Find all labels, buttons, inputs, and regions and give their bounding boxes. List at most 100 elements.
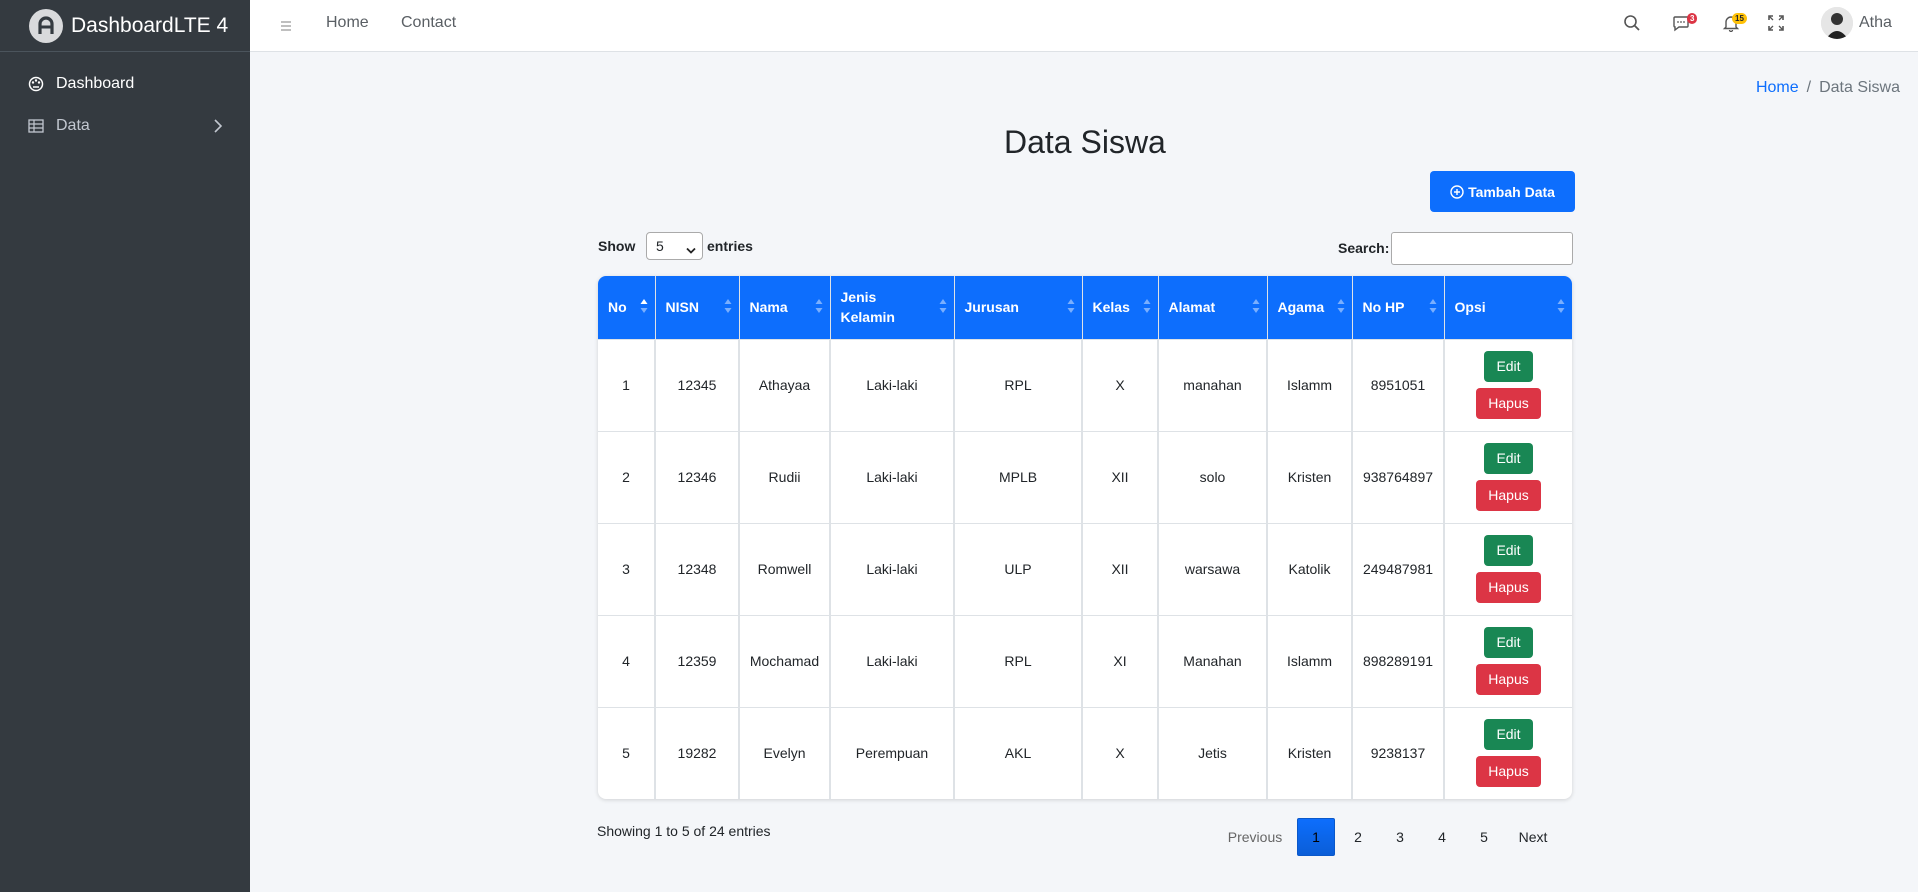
column-header[interactable]: No bbox=[598, 276, 656, 339]
table-cell: XI bbox=[1082, 614, 1159, 707]
column-header-label: Agama bbox=[1277, 299, 1325, 316]
search-input[interactable] bbox=[1391, 232, 1573, 265]
column-header[interactable]: Jurusan bbox=[954, 276, 1083, 339]
column-header[interactable]: No HP bbox=[1352, 276, 1445, 339]
brand[interactable]: DashboardLTE 4 bbox=[0, 0, 250, 52]
table-cell: Laki-laki bbox=[830, 614, 955, 707]
column-header[interactable]: Alamat bbox=[1158, 276, 1268, 339]
delete-button[interactable]: Hapus bbox=[1476, 664, 1541, 695]
page-size-select[interactable]: 5 bbox=[646, 232, 703, 260]
edit-button[interactable]: Edit bbox=[1484, 627, 1533, 658]
table-cell: Manahan bbox=[1158, 614, 1268, 707]
students-table: No NISN Nama Jenis Kelamin Jurusan Kelas Alama… bbox=[598, 276, 1572, 799]
table-cell: AKL bbox=[954, 706, 1083, 799]
table-cell: Laki-laki bbox=[830, 430, 955, 523]
nav-link-contact[interactable]: Contact bbox=[401, 14, 456, 32]
sort-icon bbox=[1143, 299, 1150, 313]
table-cell: warsawa bbox=[1158, 522, 1268, 615]
sidebar-nav: Dashboard Data bbox=[0, 52, 250, 147]
column-header[interactable]: Nama bbox=[739, 276, 831, 339]
table-cell: Katolik bbox=[1267, 522, 1353, 615]
edit-button[interactable]: Edit bbox=[1484, 719, 1533, 751]
table-cell: RPL bbox=[954, 338, 1083, 431]
table-body: 1 12345 Athayaa Laki-laki RPL Xmanahan Islamm 8… bbox=[598, 338, 1572, 799]
table-cell: Kristen bbox=[1267, 706, 1353, 799]
sidebar-item-dashboard[interactable]: Dashboard bbox=[0, 63, 250, 105]
table-cell: Rudii bbox=[739, 430, 831, 523]
add-data-button[interactable]: Tambah Data bbox=[1430, 171, 1575, 212]
pagination-page-4[interactable]: 4 bbox=[1421, 818, 1463, 856]
table-cell: 3 bbox=[598, 522, 656, 615]
table-cell: X bbox=[1082, 706, 1159, 799]
user-name[interactable]: Atha bbox=[1859, 14, 1892, 32]
table-cell: 12345 bbox=[655, 338, 740, 431]
column-header[interactable]: Opsi bbox=[1444, 276, 1572, 339]
table-cell: Romwell bbox=[739, 522, 831, 615]
sort-icon bbox=[939, 299, 946, 313]
edit-button[interactable]: Edit bbox=[1484, 443, 1533, 474]
entries-label: entries bbox=[707, 238, 753, 254]
table-row: 3 12348 Romwell Laki-laki ULP XII warsawa Katol… bbox=[598, 522, 1572, 615]
column-header-label: Kelas bbox=[1092, 299, 1130, 316]
column-header[interactable]: Jenis Kelamin bbox=[830, 276, 955, 339]
avatar[interactable] bbox=[1821, 7, 1853, 39]
delete-button[interactable]: Hapus bbox=[1476, 572, 1541, 603]
column-header[interactable]: NISN bbox=[655, 276, 740, 339]
table-info: Showing 1 to 5 of 24 entries bbox=[597, 823, 771, 839]
sort-icon bbox=[1067, 299, 1074, 313]
sidebar-item-label: Data bbox=[56, 117, 90, 134]
show-label: Show bbox=[598, 238, 636, 254]
pagination: Previous 1 2 3 4 5 Next bbox=[1215, 818, 1561, 856]
table-cell: Athayaa bbox=[739, 338, 831, 431]
table-row: 1 12345 Athayaa Laki-laki RPL Xmanahan Islamm 8… bbox=[598, 338, 1572, 431]
column-header[interactable]: Agama bbox=[1267, 276, 1353, 339]
table-cell: 5 bbox=[598, 706, 656, 799]
table-cell: 9238137 bbox=[1352, 706, 1445, 799]
pagination-page-5[interactable]: 5 bbox=[1463, 818, 1505, 856]
page-title: Data Siswa bbox=[1004, 124, 1166, 160]
delete-button[interactable]: Hapus bbox=[1476, 480, 1541, 511]
top-navbar: Home Contact 3 15 Atha bbox=[250, 0, 1918, 52]
table-cell: RPL bbox=[954, 614, 1083, 707]
table-cell: 8951051 bbox=[1352, 338, 1445, 431]
column-header[interactable]: Kelas bbox=[1082, 276, 1159, 339]
sort-icon bbox=[724, 299, 731, 313]
table-cell: solo bbox=[1158, 430, 1268, 523]
table-icon bbox=[28, 118, 44, 134]
table-cell: Evelyn bbox=[739, 706, 831, 799]
pagination-previous[interactable]: Previous bbox=[1215, 818, 1295, 856]
column-header-label: No bbox=[608, 299, 627, 316]
column-header-label: No HP bbox=[1362, 299, 1405, 316]
table-row: 2 12346 Rudii Laki-laki MPLB XII solo Kristen 93… bbox=[598, 430, 1572, 523]
fullscreen-icon[interactable] bbox=[1767, 14, 1787, 34]
nav-link-home[interactable]: Home bbox=[326, 14, 369, 32]
edit-button[interactable]: Edit bbox=[1484, 535, 1533, 566]
breadcrumb-home[interactable]: Home bbox=[1756, 79, 1799, 96]
table-cell: Kristen bbox=[1267, 430, 1353, 523]
table-cell: Jetis bbox=[1158, 706, 1268, 799]
sidebar-item-data[interactable]: Data bbox=[0, 105, 250, 147]
search-icon[interactable] bbox=[1623, 14, 1643, 34]
table-cell: 4 bbox=[598, 614, 656, 707]
pagination-page-3[interactable]: 3 bbox=[1379, 818, 1421, 856]
column-header-label: Jenis Kelamin bbox=[840, 289, 895, 326]
breadcrumb: Home / Data Siswa bbox=[1756, 79, 1900, 97]
edit-button[interactable]: Edit bbox=[1484, 351, 1533, 382]
delete-button[interactable]: Hapus bbox=[1476, 388, 1541, 419]
menu-toggle-icon[interactable] bbox=[280, 16, 292, 37]
sort-icon bbox=[1337, 299, 1344, 313]
sidebar: DashboardLTE 4 Dashboard Data bbox=[0, 0, 250, 892]
table-cell: Perempuan bbox=[830, 706, 955, 799]
table-cell: XII bbox=[1082, 522, 1159, 615]
delete-button[interactable]: Hapus bbox=[1476, 756, 1541, 788]
table-row: 5 19282 Evelyn Perempuan AKL X Jetis Kristen 923… bbox=[598, 706, 1572, 799]
column-header-label: Nama bbox=[749, 299, 788, 316]
brand-logo-icon bbox=[29, 8, 63, 43]
pagination-next[interactable]: Next bbox=[1505, 818, 1561, 856]
breadcrumb-current: Data Siswa bbox=[1819, 79, 1900, 96]
actions-cell: Edit Hapus bbox=[1444, 522, 1572, 615]
pagination-page-2[interactable]: 2 bbox=[1337, 818, 1379, 856]
pagination-page-1[interactable]: 1 bbox=[1297, 818, 1335, 856]
table-cell: 898289191 bbox=[1352, 614, 1445, 707]
brand-title: DashboardLTE 4 bbox=[71, 13, 229, 37]
